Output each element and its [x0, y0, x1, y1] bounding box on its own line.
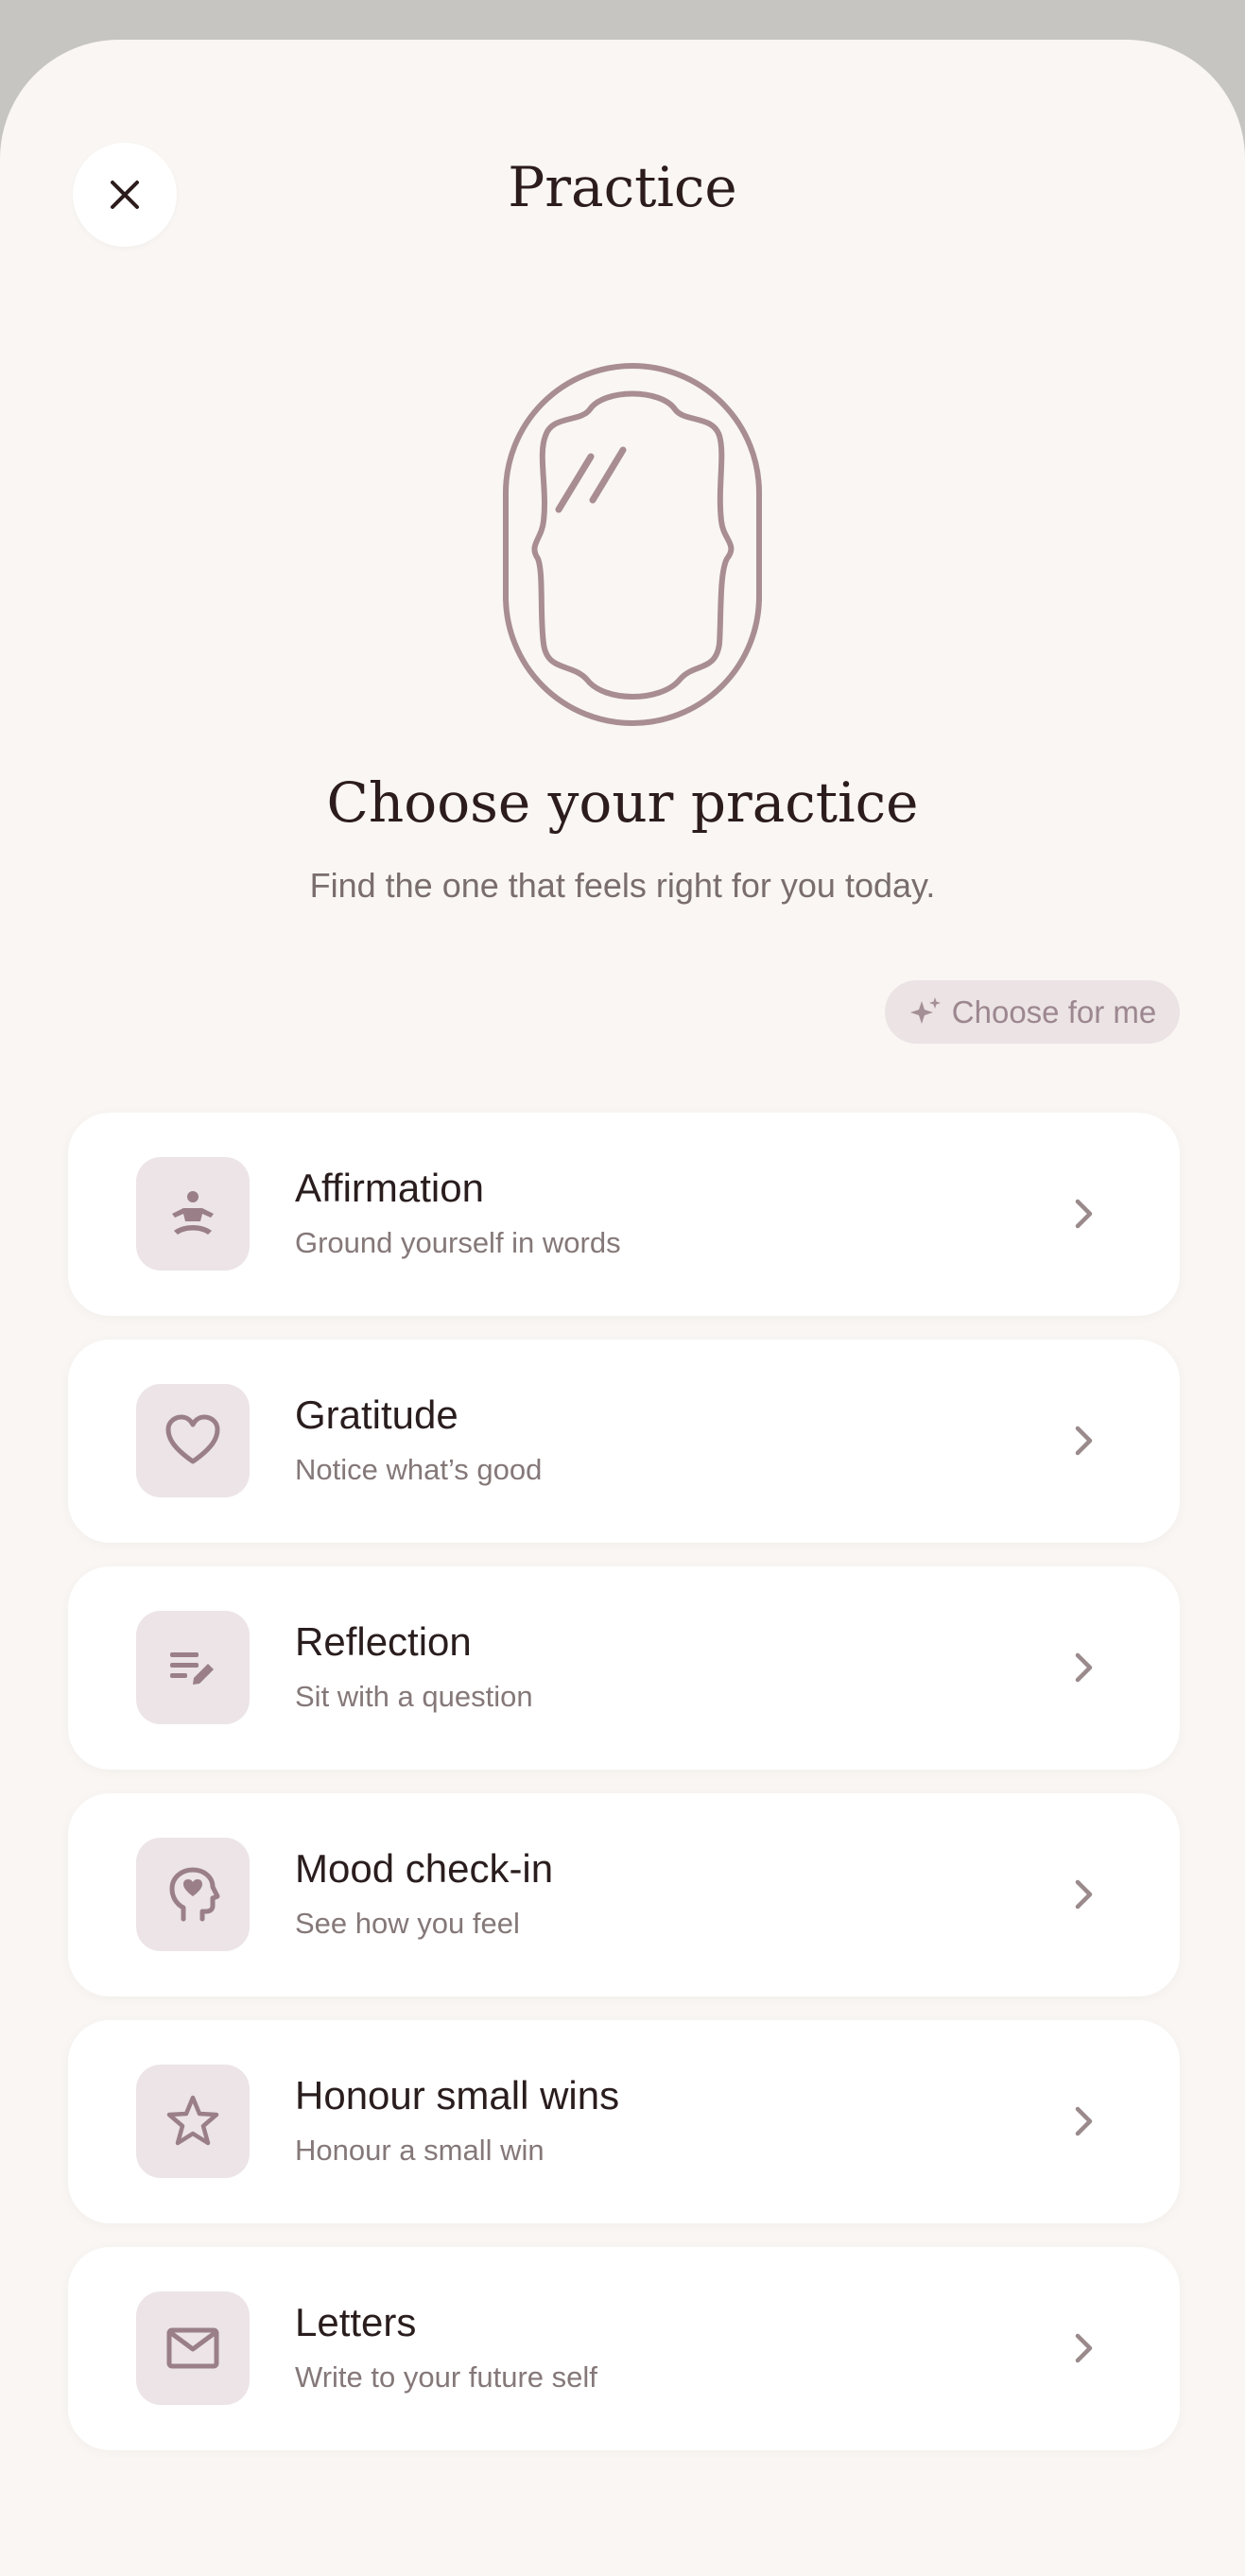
practice-title: Gratitude	[295, 1392, 458, 1437]
sparkle-icon	[909, 996, 941, 1024]
practice-card-mood-check-in[interactable]: Mood check-in See how you feel	[68, 1793, 1180, 1997]
choose-for-me-label: Choose for me	[951, 994, 1157, 1029]
practice-list: Affirmation Ground yourself in words Gra…	[68, 1113, 1180, 2474]
chevron-right-icon	[1066, 2103, 1102, 2139]
star-icon	[166, 2095, 219, 2146]
practice-subtitle: Notice what’s good	[295, 1453, 543, 1486]
mirror-illustration	[503, 363, 762, 726]
meditation-icon	[172, 1191, 214, 1235]
practice-icon-tile	[136, 1611, 250, 1724]
practice-subtitle: Honour a small win	[295, 2134, 545, 2167]
edit-note-icon	[170, 1652, 214, 1685]
page-title: Practice	[508, 155, 737, 219]
practice-card-reflection[interactable]: Reflection Sit with a question	[68, 1566, 1180, 1770]
practice-subtitle: Write to your future self	[295, 2360, 597, 2394]
practice-card-letters[interactable]: Letters Write to your future self	[68, 2247, 1180, 2450]
section-heading: Choose your practice	[326, 770, 919, 835]
practice-title: Letters	[295, 2300, 417, 2344]
heart-icon	[165, 1414, 220, 1464]
practice-card-affirmation[interactable]: Affirmation Ground yourself in words	[68, 1113, 1180, 1316]
head-heart-icon	[169, 1867, 220, 1922]
section-subheading: Find the one that feels right for you to…	[309, 866, 936, 905]
mail-icon	[166, 2327, 219, 2369]
chevron-right-icon	[1066, 1196, 1102, 1232]
chevron-right-icon	[1066, 2330, 1102, 2366]
chevron-right-icon	[1066, 1423, 1102, 1459]
practice-icon-tile	[136, 1384, 250, 1497]
practice-icon-tile	[136, 2291, 250, 2405]
practice-subtitle: Sit with a question	[295, 1680, 533, 1713]
practice-title: Affirmation	[295, 1166, 484, 1210]
practice-icon-tile	[136, 2065, 250, 2178]
practice-card-gratitude[interactable]: Gratitude Notice what’s good	[68, 1340, 1180, 1543]
chevron-right-icon	[1066, 1650, 1102, 1686]
practice-title: Honour small wins	[295, 2073, 620, 2118]
practice-subtitle: Ground yourself in words	[295, 1226, 621, 1259]
practice-title: Reflection	[295, 1619, 472, 1664]
practice-title: Mood check-in	[295, 1846, 554, 1891]
practice-subtitle: See how you feel	[295, 1907, 520, 1940]
chevron-right-icon	[1066, 1876, 1102, 1912]
practice-card-honour-small-wins[interactable]: Honour small wins Honour a small win	[68, 2020, 1180, 2223]
choose-for-me-button[interactable]: Choose for me	[885, 980, 1180, 1044]
practice-icon-tile	[136, 1838, 250, 1951]
practice-sheet: Practice Choose your practice Find the o…	[0, 40, 1245, 2576]
practice-icon-tile	[136, 1157, 250, 1271]
